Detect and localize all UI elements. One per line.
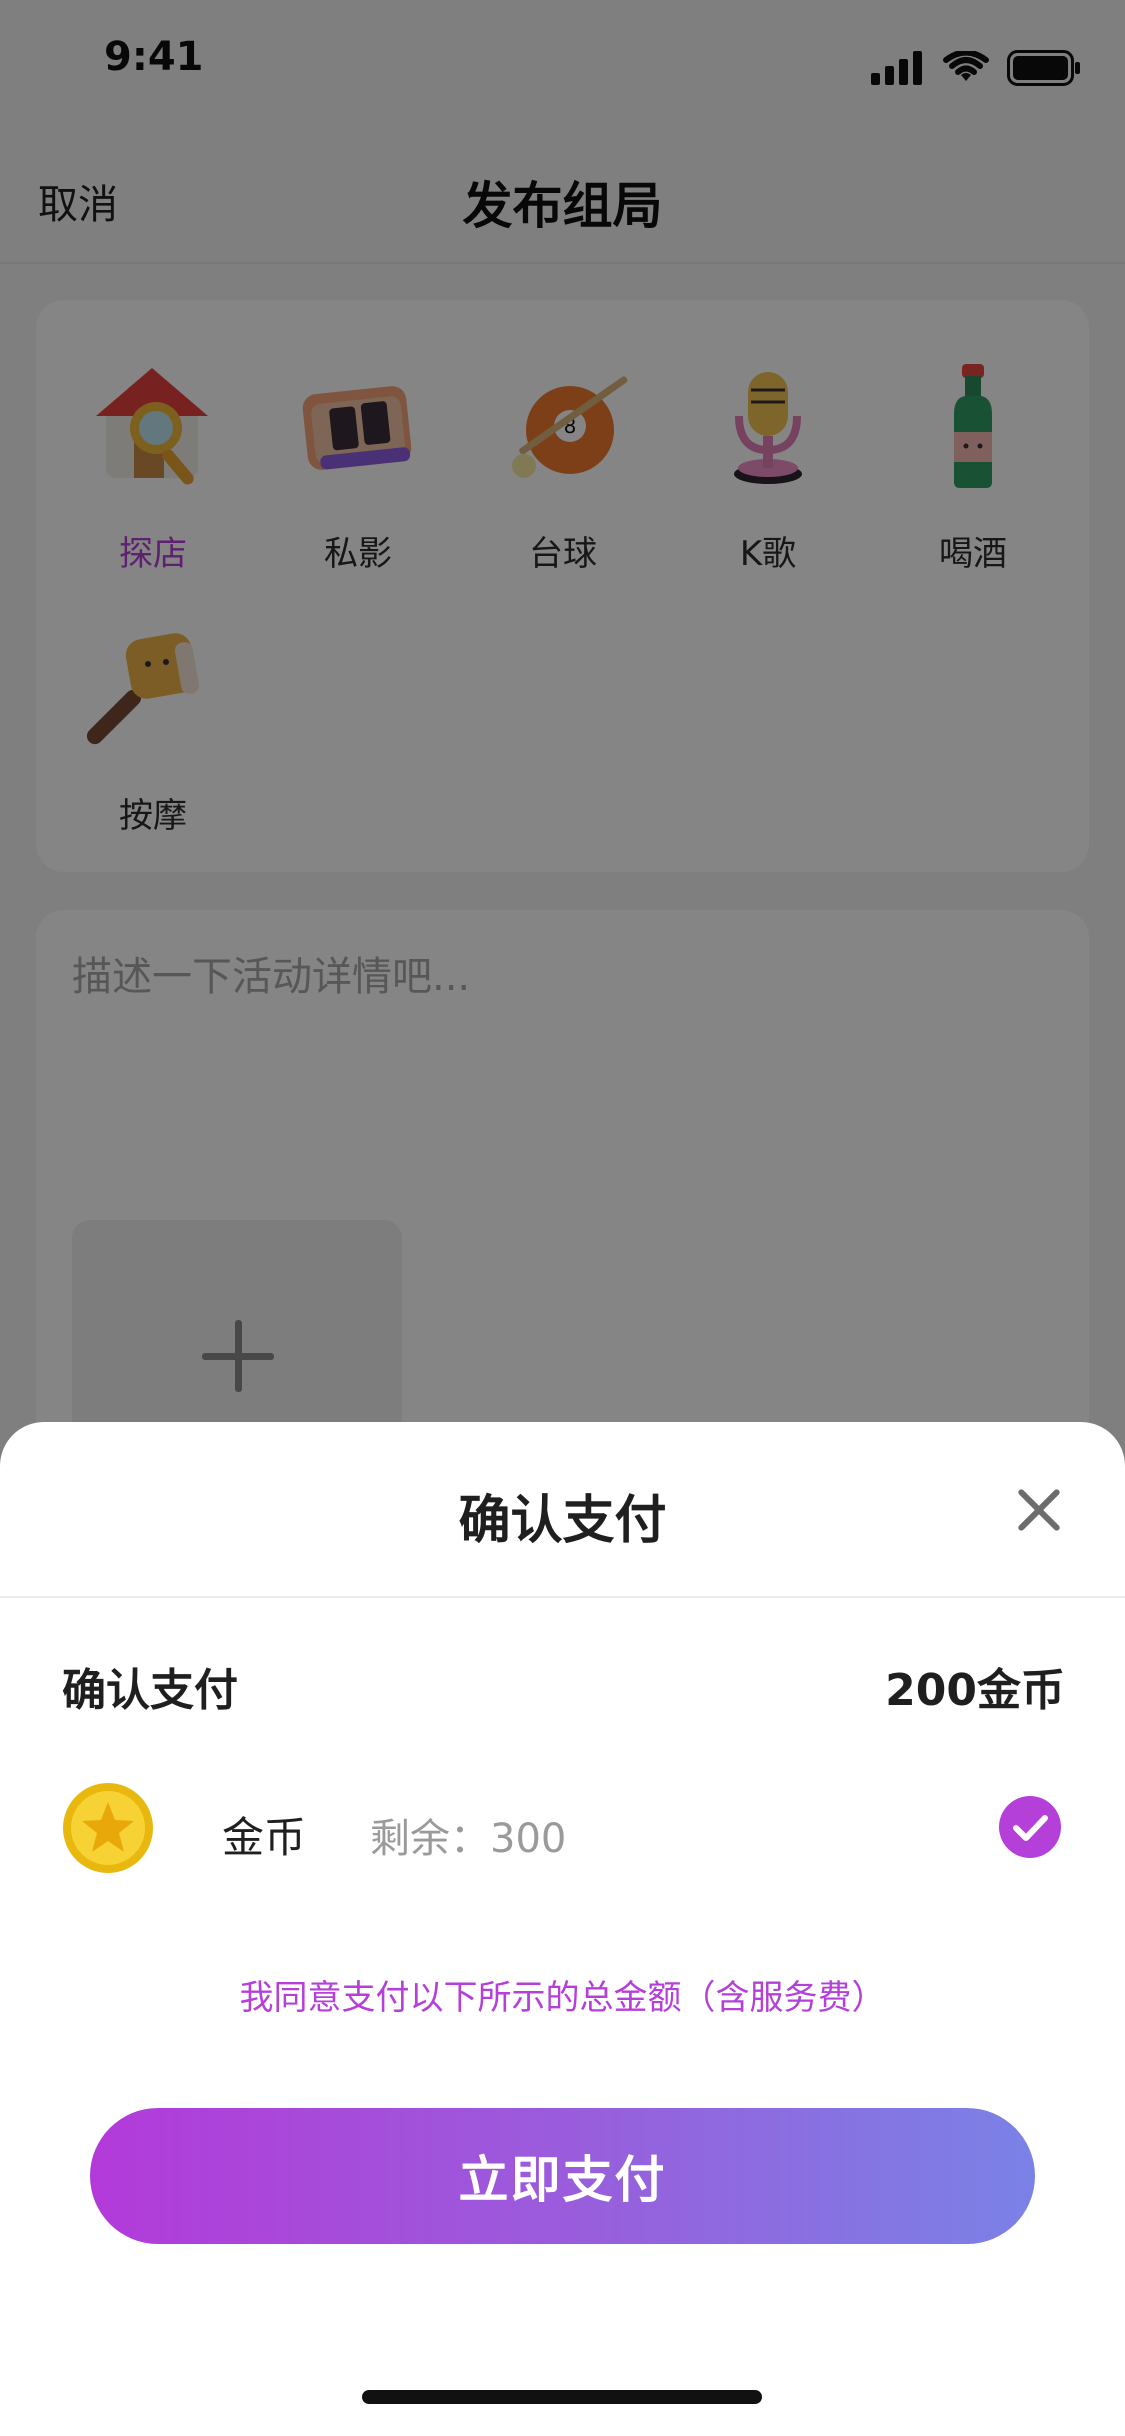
gold-coin-icon <box>63 1783 153 1873</box>
agreement-text[interactable]: 我同意支付以下所示的总金额（含服务费） <box>0 1970 1125 2019</box>
payment-label: 确认支付 <box>62 1665 238 1716</box>
payment-amount: 200金币 <box>885 1665 1065 1716</box>
coin-label: 金币 <box>222 1813 307 1862</box>
close-icon[interactable] <box>1017 1488 1061 1532</box>
coin-payment-option[interactable]: 金币 剩余：300 <box>62 1782 1061 1882</box>
pay-now-button[interactable]: 立即支付 <box>90 2108 1035 2244</box>
coin-remaining: 剩余：300 <box>370 1816 567 1862</box>
sheet-header: 确认支付 <box>0 1422 1125 1598</box>
payment-sheet: 确认支付 确认支付 200金币 金币 剩余：300 我同意支付以下所示的总金额（… <box>0 1422 1125 2436</box>
check-circle-icon[interactable] <box>999 1796 1061 1858</box>
home-indicator <box>362 2390 762 2404</box>
sheet-title: 确认支付 <box>458 1491 667 1551</box>
payment-amount-row: 确认支付 200金币 <box>62 1654 1065 1716</box>
pay-now-label: 立即支付 <box>458 2151 667 2209</box>
